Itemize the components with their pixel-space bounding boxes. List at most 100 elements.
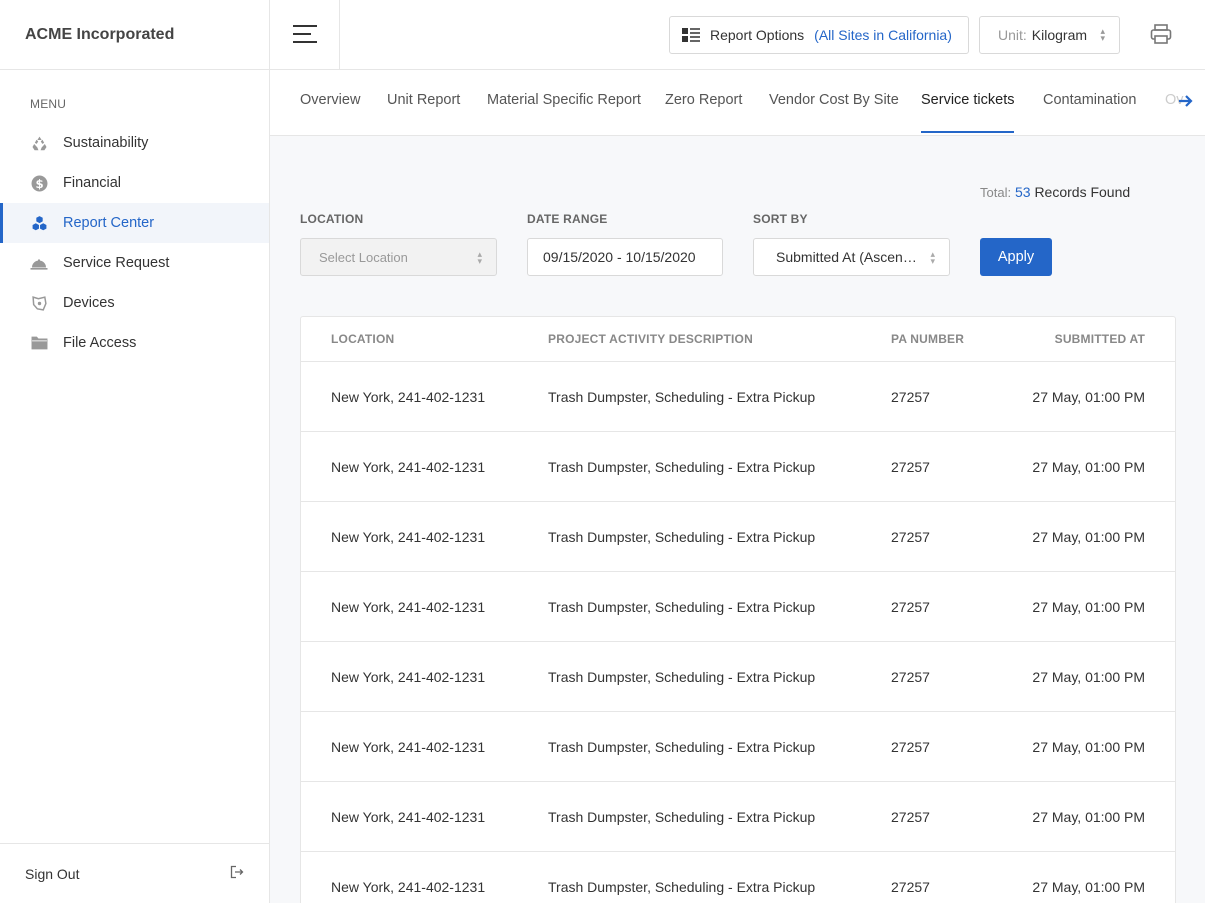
column-header-location[interactable]: LOCATION (331, 332, 394, 346)
total-suffix: Records Found (1034, 184, 1131, 200)
sign-out-label: Sign Out (25, 865, 80, 882)
report-options-button[interactable]: Report Options (All Sites in California) (669, 16, 969, 54)
print-button[interactable] (1150, 23, 1174, 47)
sidebar-item-label: Devices (63, 295, 115, 311)
location-select[interactable]: Select Location ▴ ▾ (300, 238, 497, 276)
table-header: LOCATION PROJECT ACTIVITY DESCRIPTION PA… (301, 317, 1175, 362)
cell-pa-number: 27257 (891, 669, 930, 685)
sidebar-item-file-access[interactable]: File Access (0, 323, 269, 363)
cell-location: New York, 241-402-1231 (331, 599, 486, 615)
brand-name[interactable]: ACME Incorporated (0, 0, 269, 70)
cell-location: New York, 241-402-1231 (331, 879, 486, 895)
report-options-label: Report Options (710, 27, 805, 43)
cell-submitted-at: 27 May, 01:00 PM (1032, 669, 1145, 685)
service-bell-icon (30, 254, 48, 272)
top-bar: Report Options (All Sites in California)… (270, 0, 1205, 70)
hamburger-menu-button[interactable] (270, 0, 340, 70)
dollar-icon: $ (30, 174, 48, 192)
sort-by-select[interactable]: Submitted At (Ascen… ▴ ▾ (753, 238, 950, 276)
cell-submitted-at: 27 May, 01:00 PM (1032, 459, 1145, 475)
main-content: Total: 53 Records Found LOCATION Select … (270, 136, 1205, 903)
tab-vendor-cost-by-site[interactable]: Vendor Cost By Site (769, 70, 899, 135)
table-row[interactable]: New York, 241-402-1231 Trash Dumpster, Sc… (301, 432, 1175, 502)
tab-contamination[interactable]: Contamination (1043, 70, 1137, 135)
column-header-description[interactable]: PROJECT ACTIVITY DESCRIPTION (548, 332, 753, 346)
cell-submitted-at: 27 May, 01:00 PM (1032, 599, 1145, 615)
cell-location: New York, 241-402-1231 (331, 529, 486, 545)
cell-description: Trash Dumpster, Scheduling - Extra Picku… (548, 739, 816, 755)
sidebar-item-service-request[interactable]: Service Request (0, 243, 269, 283)
arrow-right-icon (1178, 95, 1194, 111)
select-caret-icon: ▴ ▾ (930, 249, 935, 266)
sidebar-menu: Sustainability $ Financial Report Center… (0, 123, 269, 363)
sidebar-item-report-center[interactable]: Report Center (0, 203, 269, 243)
cell-description: Trash Dumpster, Scheduling - Extra Picku… (548, 529, 816, 545)
tab-zero-report[interactable]: Zero Report (665, 70, 742, 135)
cell-submitted-at: 27 May, 01:00 PM (1032, 739, 1145, 755)
cell-location: New York, 241-402-1231 (331, 459, 486, 475)
sort-by-value: Submitted At (Ascen… (776, 249, 917, 265)
sign-out-icon (230, 865, 244, 882)
tabs-scroll-right-button[interactable] (1178, 94, 1196, 108)
table-row[interactable]: New York, 241-402-1231 Trash Dumpster, Sc… (301, 852, 1175, 903)
records-total: Total: 53 Records Found (980, 184, 1130, 200)
folder-icon (30, 334, 48, 352)
total-count: 53 (1014, 184, 1031, 200)
sign-out-button[interactable]: Sign Out (0, 843, 269, 903)
column-header-pa-number[interactable]: PA NUMBER (891, 332, 964, 346)
cell-pa-number: 27257 (891, 599, 930, 615)
tab-unit-report[interactable]: Unit Report (387, 70, 460, 135)
hamburger-icon (292, 24, 318, 47)
cell-submitted-at: 27 May, 01:00 PM (1032, 529, 1145, 545)
sidebar-item-label: Service Request (63, 255, 170, 271)
tab-overview[interactable]: Overview (300, 70, 360, 135)
sidebar-item-sustainability[interactable]: Sustainability (0, 123, 269, 163)
sidebar-item-financial[interactable]: $ Financial (0, 163, 269, 203)
cell-submitted-at: 27 May, 01:00 PM (1032, 879, 1145, 895)
report-tabs: Overview Unit Report Material Specific R… (270, 70, 1205, 136)
printer-icon (1150, 24, 1172, 48)
cell-location: New York, 241-402-1231 (331, 389, 486, 405)
cell-pa-number: 27257 (891, 459, 930, 475)
location-placeholder: Select Location (319, 249, 408, 265)
cell-submitted-at: 27 May, 01:00 PM (1032, 809, 1145, 825)
sidebar-item-devices[interactable]: Devices (0, 283, 269, 323)
cell-description: Trash Dumpster, Scheduling - Extra Picku… (548, 459, 816, 475)
cell-location: New York, 241-402-1231 (331, 739, 486, 755)
date-range-label: DATE RANGE (527, 212, 608, 226)
sidebar-item-label: Report Center (63, 215, 155, 231)
cell-pa-number: 27257 (891, 879, 930, 895)
date-range-input[interactable]: 09/15/2020 - 10/15/2020 (527, 238, 723, 276)
sidebar-item-label: Sustainability (63, 135, 149, 151)
cell-submitted-at: 27 May, 01:00 PM (1032, 389, 1145, 405)
column-header-submitted-at[interactable]: SUBMITTED AT (1055, 332, 1145, 346)
table-body: New York, 241-402-1231 Trash Dumpster, Sc… (301, 362, 1175, 903)
total-label: Total: (980, 185, 1012, 200)
location-filter-label: LOCATION (300, 212, 364, 226)
service-tickets-table: LOCATION PROJECT ACTIVITY DESCRIPTION PA… (300, 316, 1176, 903)
menu-label: MENU (30, 97, 67, 111)
cell-description: Trash Dumpster, Scheduling - Extra Picku… (548, 669, 816, 685)
tab-service-tickets[interactable]: Service tickets (921, 70, 1015, 135)
svg-text:$: $ (35, 176, 43, 190)
cell-pa-number: 27257 (891, 739, 930, 755)
table-row[interactable]: New York, 241-402-1231 Trash Dumpster, Sc… (301, 572, 1175, 642)
cell-pa-number: 27257 (891, 809, 930, 825)
table-row[interactable]: New York, 241-402-1231 Trash Dumpster, Sc… (301, 362, 1175, 432)
cell-description: Trash Dumpster, Scheduling - Extra Picku… (548, 809, 816, 825)
device-icon (30, 294, 48, 312)
sidebar-item-label: Financial (63, 175, 122, 191)
unit-value: Kilogram (1031, 27, 1088, 43)
report-options-scope: (All Sites in California) (814, 27, 952, 43)
table-row[interactable]: New York, 241-402-1231 Trash Dumpster, Sc… (301, 782, 1175, 852)
cell-location: New York, 241-402-1231 (331, 669, 486, 685)
tab-material-specific-report[interactable]: Material Specific Report (487, 70, 641, 135)
table-row[interactable]: New York, 241-402-1231 Trash Dumpster, Sc… (301, 642, 1175, 712)
cell-pa-number: 27257 (891, 389, 930, 405)
table-row[interactable]: New York, 241-402-1231 Trash Dumpster, Sc… (301, 712, 1175, 782)
table-row[interactable]: New York, 241-402-1231 Trash Dumpster, Sc… (301, 502, 1175, 572)
unit-select[interactable]: Unit: Kilogram ▴ ▾ (979, 16, 1120, 54)
apply-button[interactable]: Apply (980, 238, 1052, 276)
sort-by-label: SORT BY (753, 212, 808, 226)
unit-label: Unit: (998, 27, 1027, 43)
